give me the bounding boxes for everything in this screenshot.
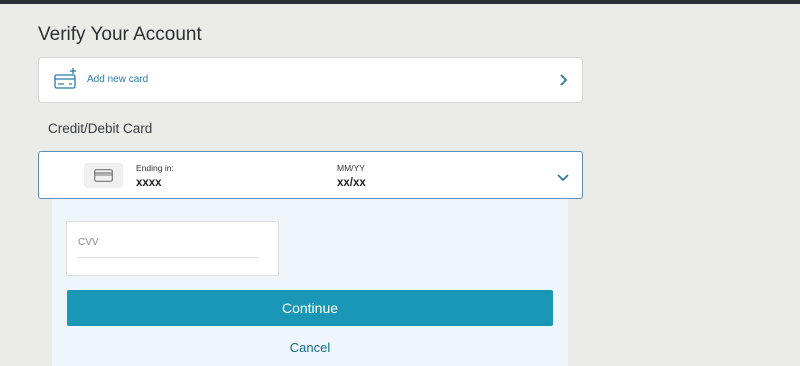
cvv-field[interactable]: CVV xyxy=(66,221,279,276)
card-details-panel: CVV Continue Cancel xyxy=(52,199,568,366)
add-new-card-button[interactable]: Add new card xyxy=(38,57,583,103)
cvv-underline xyxy=(78,257,258,258)
chevron-right-icon xyxy=(558,73,570,87)
continue-button[interactable]: Continue xyxy=(67,290,553,326)
ending-in-value: xxxx xyxy=(136,177,162,189)
credit-card-icon xyxy=(84,163,123,188)
cancel-link[interactable]: Cancel xyxy=(52,340,568,355)
add-new-card-label: Add new card xyxy=(87,74,149,85)
card-selector[interactable]: Ending in: xxxx MM/YY xx/xx xyxy=(38,151,583,199)
section-label: Credit/Debit Card xyxy=(48,121,153,136)
add-card-icon xyxy=(54,67,80,91)
expiry-value: xx/xx xyxy=(337,177,366,189)
chevron-down-icon xyxy=(556,170,570,182)
page-title: Verify Your Account xyxy=(38,24,202,45)
expiry-label: MM/YY xyxy=(337,163,365,173)
top-bar xyxy=(0,0,800,4)
ending-in-label: Ending in: xyxy=(136,163,174,173)
cvv-placeholder: CVV xyxy=(78,237,99,248)
